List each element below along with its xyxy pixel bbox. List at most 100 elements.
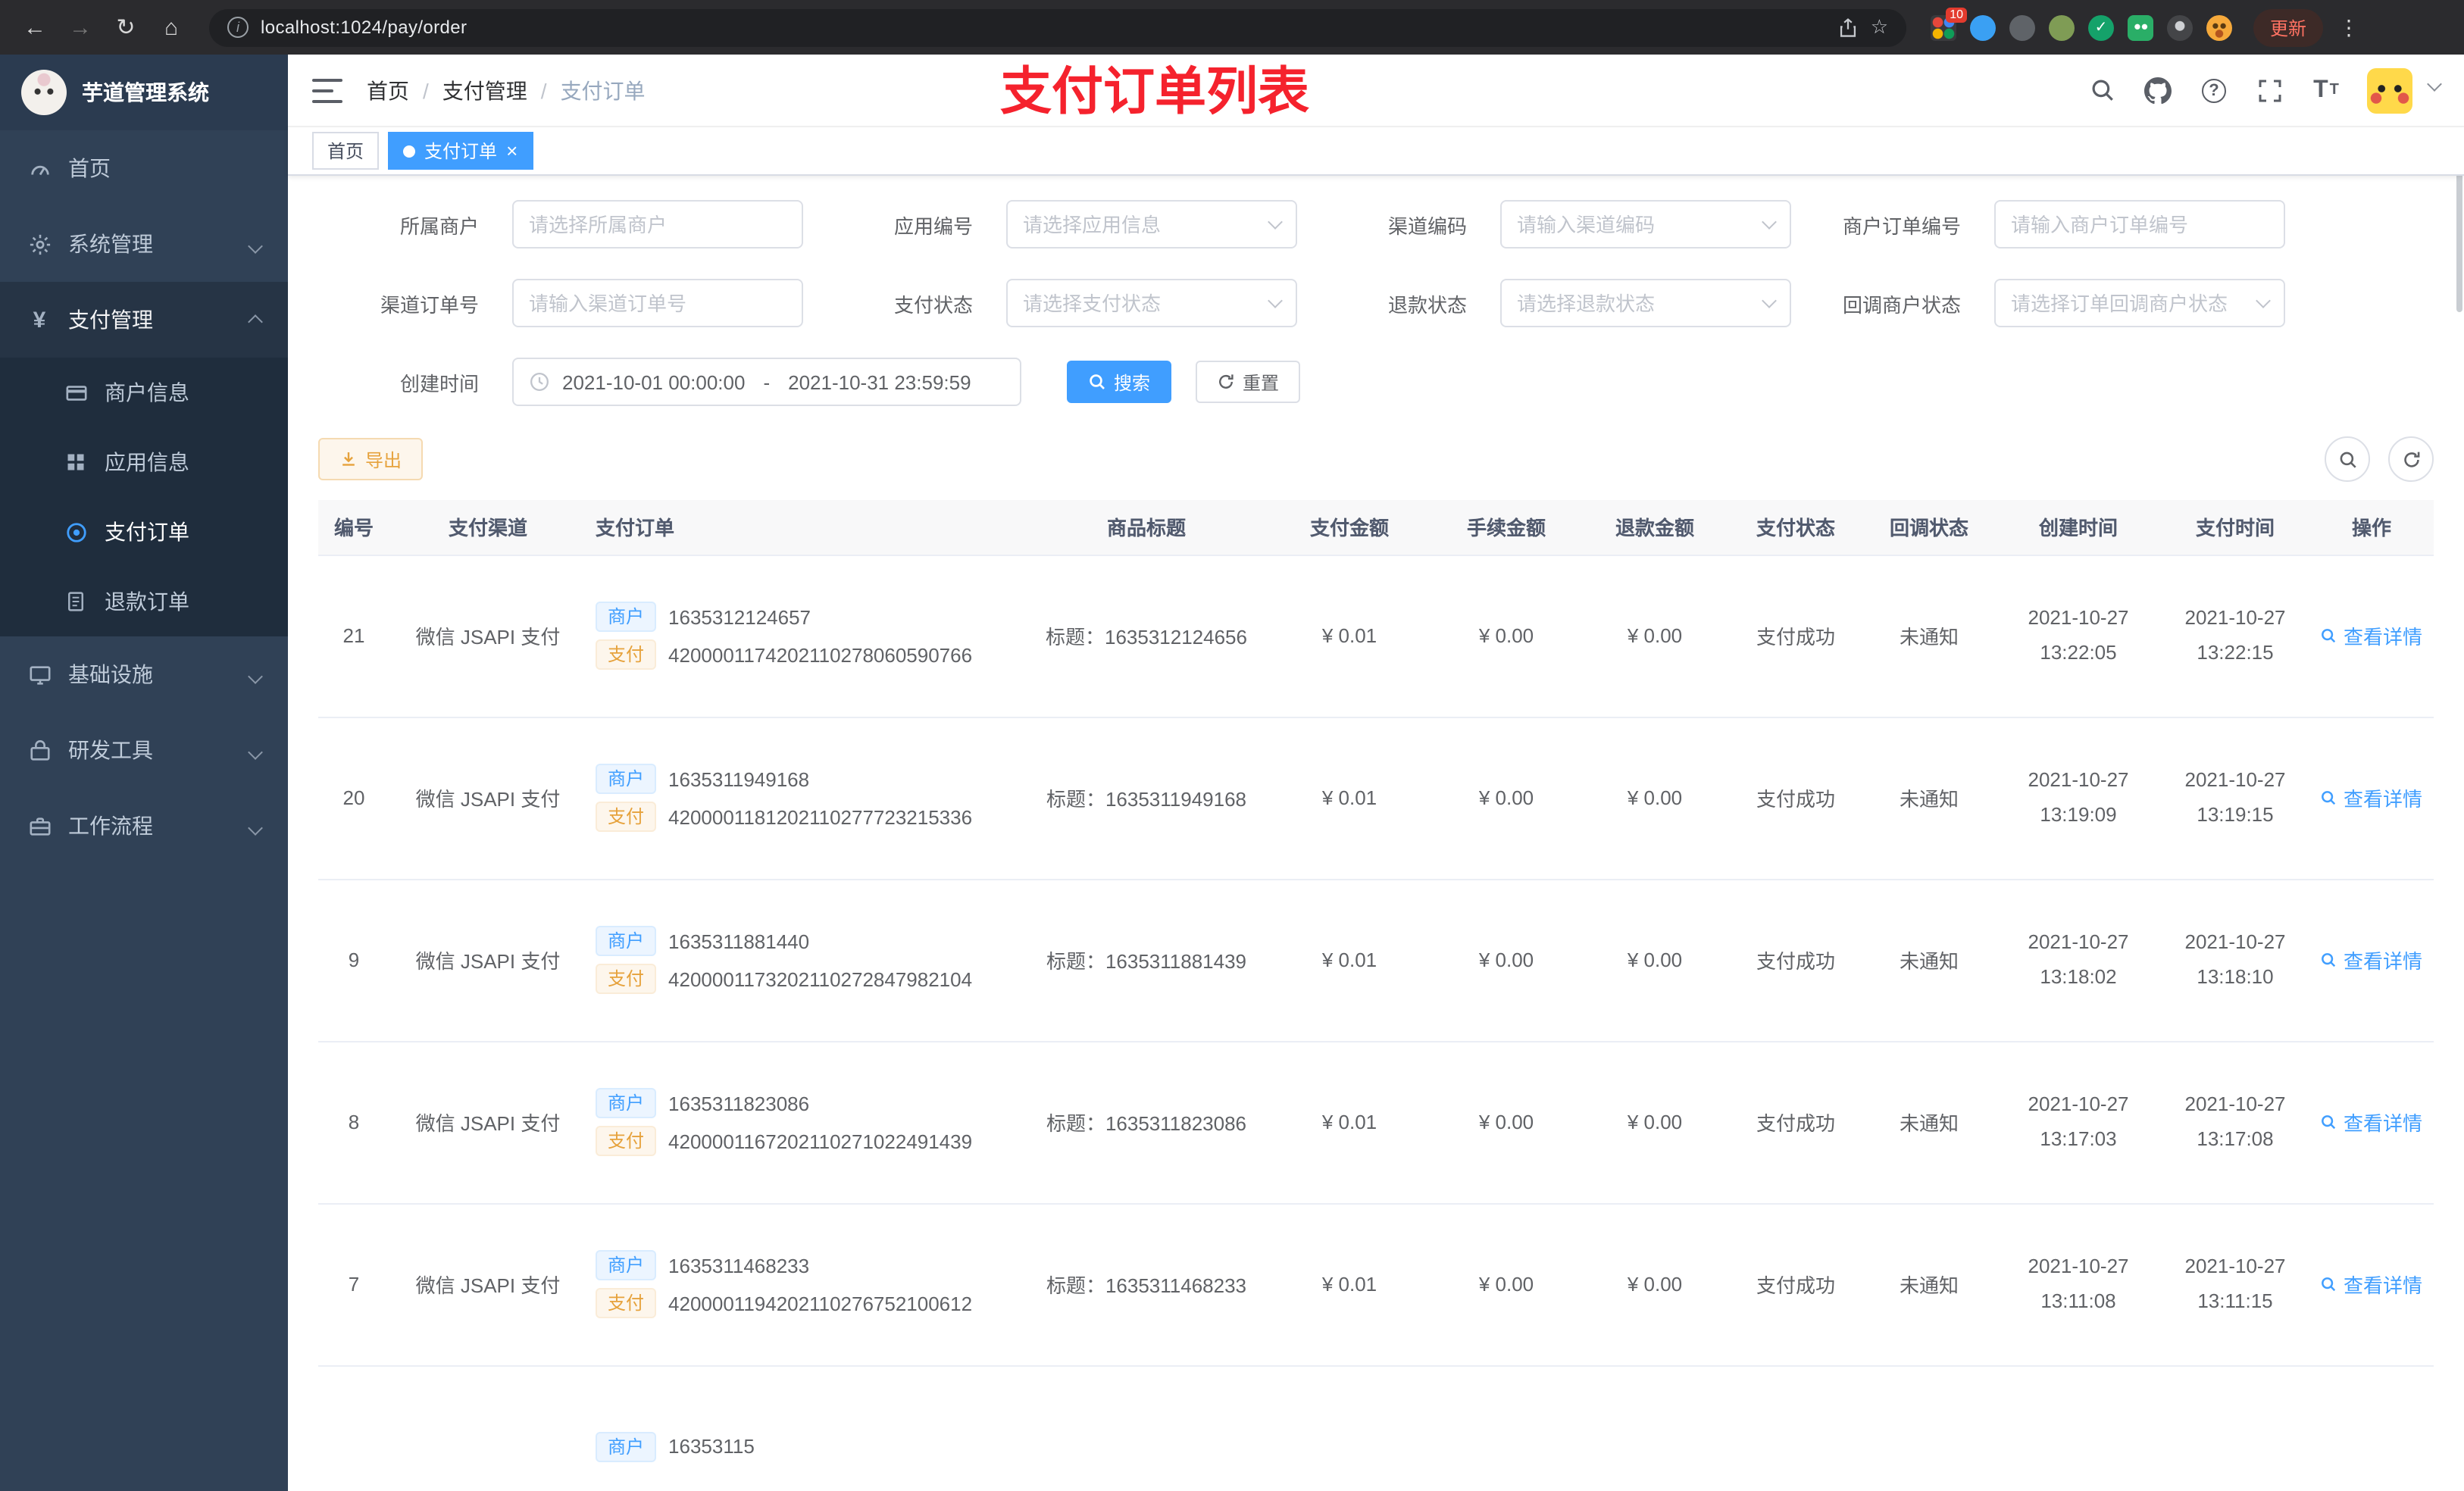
cell-fee: ¥ 0.00 [1432,555,1581,717]
search-button[interactable]: 搜索 [1067,361,1172,403]
merchant-order-no-input-wrap[interactable] [1994,200,2285,248]
reset-button[interactable]: 重置 [1196,361,1301,403]
date-end: 2021-10-31 23:59:59 [788,370,971,393]
cell-title: 标题：1635311468233 [1026,1203,1267,1366]
browser-reload-icon[interactable]: ↻ [106,8,145,47]
search-icon[interactable] [2087,75,2117,105]
extension-chat-icon[interactable] [2128,14,2153,40]
sidebar-item-payment[interactable]: ¥ 支付管理 [0,282,288,358]
filter-label: 退款状态 [1387,293,1467,316]
breadcrumb-home[interactable]: 首页 [367,75,409,105]
channel-order-no-input[interactable] [529,292,786,314]
sidebar-item-app-info[interactable]: 应用信息 [0,427,288,497]
export-button[interactable]: 导出 [318,438,424,480]
channel-code-select[interactable] [1500,200,1791,248]
cell-notify [1862,1365,1996,1491]
extension-check-icon[interactable]: ✓ [2088,14,2114,40]
sidebar-item-infra[interactable]: 基础设施 [0,636,288,712]
pay-tag: 支付 [596,802,657,832]
browser-home-icon[interactable]: ⌂ [152,8,191,47]
profile-emoji-icon[interactable] [2206,14,2232,40]
callback-status-input[interactable] [2011,292,2249,314]
app-select-input[interactable] [1023,213,1261,236]
merchant-select[interactable] [512,200,803,248]
view-detail-link[interactable]: 查看详情 [2321,621,2422,650]
cell-actions: 查看详情 [2309,1041,2434,1204]
sidebar-item-refund-order[interactable]: 退款订单 [0,567,288,636]
chevron-down-icon [2256,293,2271,308]
sidebar-item-home[interactable]: 首页 [0,130,288,206]
cell-actions [2309,1365,2434,1491]
view-detail-link[interactable]: 查看详情 [2321,783,2422,812]
bookmark-star-icon[interactable]: ☆ [1871,15,1888,39]
extension-gray-icon[interactable] [2009,14,2035,40]
view-detail-link[interactable]: 查看详情 [2321,1108,2422,1136]
cell-fee: ¥ 0.00 [1432,1203,1581,1366]
refresh-icon [1217,373,1235,391]
close-icon[interactable]: × [506,141,518,161]
cell-pay-time: 2021-10-27 13:17:08 [2161,1041,2309,1204]
user-avatar[interactable] [2367,67,2412,113]
pay-tag: 支付 [596,1288,657,1318]
gear-icon [27,232,52,256]
create-time-range-picker[interactable]: 2021-10-01 00:00:00 - 2021-10-31 23:59:5… [512,358,1021,406]
merchant-tag: 商户 [596,1250,657,1280]
tag-home[interactable]: 首页 [312,132,380,170]
pay-status-select[interactable] [1006,279,1297,327]
cell-pay-time: 2021-10-27 13:22:15 [2161,555,2309,717]
view-detail-link[interactable]: 查看详情 [2321,1270,2422,1299]
extension-blue-icon[interactable] [1970,14,1996,40]
sidebar-item-devtools[interactable]: 研发工具 [0,712,288,788]
refresh-table-icon[interactable] [2388,436,2434,482]
sidebar-item-label: 退款订单 [105,589,189,614]
avatar-caret-icon[interactable] [2427,69,2442,96]
merchant-tag: 商户 [596,1088,657,1118]
merchant-tag: 商户 [596,764,657,794]
share-icon[interactable] [1839,17,1859,37]
sidebar-item-pay-order[interactable]: 支付订单 [0,497,288,567]
site-info-icon[interactable]: i [227,17,249,38]
merchant-order-no-input[interactable] [2011,213,2269,236]
browser-update-button[interactable]: 更新 [2253,8,2324,46]
browser-forward-icon[interactable]: → [61,8,100,47]
extensions-pin-icon[interactable] [2167,14,2193,40]
tag-pay-order[interactable]: 支付订单 × [388,132,533,170]
merchant-tag: 商户 [596,926,657,956]
pay-status-input[interactable] [1023,292,1261,314]
view-detail-link[interactable]: 查看详情 [2321,946,2422,974]
help-icon[interactable]: ? [2199,75,2229,105]
channel-code-input[interactable] [1517,213,1755,236]
browser-address-bar[interactable]: i localhost:1024/pay/order ☆ [209,8,1906,46]
callback-status-select[interactable] [1994,279,2285,327]
cell-fee: ¥ 0.00 [1432,717,1581,880]
sidebar-logo-row[interactable]: 芋道管理系统 [0,55,288,130]
channel-order-no-input-wrap[interactable] [512,279,803,327]
browser-back-icon[interactable]: ← [15,8,55,47]
fullscreen-icon[interactable] [2255,75,2285,105]
download-icon [339,450,358,468]
sidebar-item-merchant-info[interactable]: 商户信息 [0,358,288,427]
reset-button-label: 重置 [1243,372,1280,393]
table-row: 8 微信 JSAPI 支付 商户 1635311823086 支付 42000011… [318,1041,2434,1204]
refund-status-input[interactable] [1517,292,1755,314]
show-search-toggle-icon[interactable] [2325,436,2370,482]
github-icon[interactable] [2143,75,2173,105]
navbar-actions: ? TT [2087,67,2442,113]
cell-fee: ¥ 0.00 [1432,1041,1581,1204]
extensions-grid-icon[interactable]: 10 [1931,7,1967,40]
extension-olive-icon[interactable] [2049,14,2075,40]
browser-menu-icon[interactable]: ⋮ [2338,14,2359,40]
monitor-icon [27,662,52,686]
sidebar-item-system[interactable]: 系统管理 [0,206,288,282]
font-size-icon[interactable]: TT [2311,75,2341,105]
filter-row-2: 渠道订单号 支付状态 退款状态 [318,279,2434,327]
refund-status-select[interactable] [1500,279,1791,327]
app-select[interactable] [1006,200,1297,248]
cell-notify: 未通知 [1862,879,1996,1042]
sidebar-item-workflow[interactable]: 工作流程 [0,788,288,864]
merchant-select-input[interactable] [529,213,786,236]
cell-refund: ¥ 0.00 [1581,879,1729,1042]
breadcrumb-section[interactable]: 支付管理 [442,75,527,105]
yen-icon: ¥ [33,307,46,333]
sidebar-toggle-icon[interactable] [312,78,342,102]
